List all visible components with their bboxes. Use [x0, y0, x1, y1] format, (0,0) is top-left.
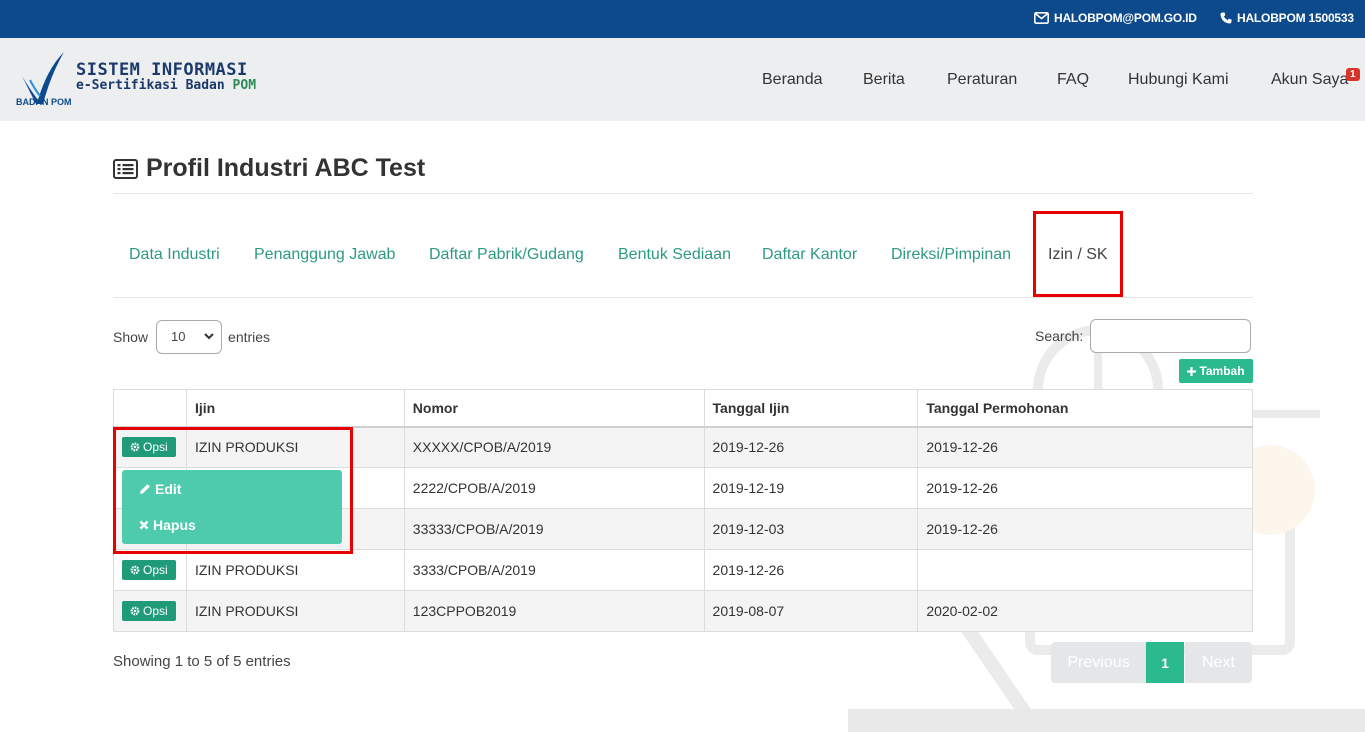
cell-tanggal-ijin: 2019-12-03	[703, 508, 919, 550]
contact-email[interactable]: HALOBPOM@POM.GO.ID	[1034, 11, 1197, 25]
tab-penanggung-jawab[interactable]: Penanggung Jawab	[254, 246, 395, 264]
tab-data-industri[interactable]: Data Industri	[129, 246, 220, 264]
tab-daftar-pabrik-gudang[interactable]: Daftar Pabrik/Gudang	[429, 246, 584, 264]
tabs-divider	[113, 297, 1253, 298]
options-button[interactable]: Opsi	[122, 560, 176, 580]
envelope-icon	[1034, 12, 1049, 24]
pagination: Previous 1 Next	[1051, 642, 1252, 683]
column-header-nomor[interactable]: Nomor	[403, 389, 705, 428]
nav-hubungi-kami[interactable]: Hubungi Kami	[1128, 71, 1229, 89]
pagination-previous-button[interactable]: Previous	[1051, 642, 1146, 683]
entries-length-control: Show 10 entries	[113, 319, 270, 354]
top-contact-bar: HALOBPOM@POM.GO.ID HALOBPOM 1500533	[0, 0, 1365, 38]
plus-icon	[1187, 366, 1197, 376]
tab-direksi-pimpinan[interactable]: Direksi/Pimpinan	[891, 246, 1011, 264]
add-button[interactable]: Tambah	[1179, 359, 1253, 383]
cell-nomor: 33333/CPOB/A/2019	[403, 508, 705, 550]
background-strip	[848, 709, 1365, 732]
table-row: Opsi IZIN PRODUKSI 123CPPOB2019 2019-08-…	[113, 590, 1253, 632]
cell-tanggal-permohonan: 2020-02-02	[917, 590, 1253, 632]
cell-tanggal-permohonan: 2019-12-26	[917, 467, 1253, 509]
options-button-label: Opsi	[143, 563, 168, 577]
nav-beranda[interactable]: Beranda	[762, 71, 823, 89]
notification-badge: 1	[1346, 68, 1360, 81]
main-navbar: BADAN POM SISTEM INFORMASI e-Sertifikasi…	[0, 38, 1365, 121]
cell-ijin: IZIN PRODUKSI	[185, 549, 405, 591]
chevron-down-icon	[204, 333, 214, 340]
highlight-box-tab	[1033, 211, 1123, 297]
contact-phone-text: HALOBPOM 1500533	[1237, 11, 1354, 25]
search-input[interactable]	[1090, 319, 1252, 353]
phone-icon	[1220, 12, 1232, 24]
column-header-ijin[interactable]: Ijin	[185, 389, 405, 428]
cell-tanggal-permohonan	[917, 549, 1253, 591]
page-length-select[interactable]: 10	[156, 319, 223, 354]
pagination-next-button[interactable]: Next	[1185, 642, 1252, 683]
search-control: Search:	[1035, 319, 1252, 353]
page-length-value: 10	[171, 329, 186, 344]
cell-tanggal-ijin: 2019-12-26	[703, 549, 919, 591]
brand-title: SISTEM INFORMASI	[76, 60, 248, 80]
gear-icon	[130, 606, 140, 616]
brand-subtitle: e-Sertifikasi Badan POM	[76, 78, 256, 93]
cell-tanggal-permohonan: 2019-12-26	[917, 426, 1253, 468]
table-row: Opsi IZIN PRODUKSI 3333/CPOB/A/2019 2019…	[113, 549, 1253, 591]
title-divider	[113, 193, 1253, 194]
column-header-actions	[113, 389, 187, 428]
contact-phone[interactable]: HALOBPOM 1500533	[1220, 11, 1354, 25]
table-info: Showing 1 to 5 of 5 entries	[113, 653, 291, 670]
cell-tanggal-ijin: 2019-12-26	[703, 426, 919, 468]
table-header-row: Ijin Nomor Tanggal Ijin Tanggal Permohon…	[113, 389, 1253, 428]
cell-nomor: 123CPPOB2019	[403, 590, 705, 632]
search-label: Search:	[1035, 328, 1084, 344]
column-header-tanggal-ijin[interactable]: Tanggal Ijin	[703, 389, 919, 428]
gear-icon	[130, 565, 140, 575]
highlight-box-options	[113, 427, 353, 554]
nav-peraturan[interactable]: Peraturan	[947, 71, 1017, 89]
cell-tanggal-permohonan: 2019-12-26	[917, 508, 1253, 550]
cell-nomor: 3333/CPOB/A/2019	[403, 549, 705, 591]
row-actions-cell: Opsi	[113, 590, 187, 632]
nav-berita[interactable]: Berita	[863, 71, 905, 89]
options-button[interactable]: Opsi	[122, 601, 176, 621]
tab-bentuk-sediaan[interactable]: Bentuk Sediaan	[618, 246, 731, 264]
contact-email-text: HALOBPOM@POM.GO.ID	[1054, 11, 1197, 25]
cell-ijin: IZIN PRODUKSI	[185, 590, 405, 632]
page-title-text: Profil Industri ABC Test	[146, 154, 426, 182]
cell-tanggal-ijin: 2019-08-07	[703, 590, 919, 632]
add-button-label: Tambah	[1199, 364, 1245, 378]
brand-subtitle-prefix: e-Sertifikasi Badan	[76, 78, 233, 93]
nav-akun-saya[interactable]: Akun Saya	[1271, 71, 1348, 89]
row-actions-cell: Opsi	[113, 549, 187, 591]
pagination-page-button[interactable]: 1	[1146, 642, 1184, 683]
nav-faq[interactable]: FAQ	[1057, 71, 1089, 89]
cell-tanggal-ijin: 2019-12-19	[703, 467, 919, 509]
page-title: Profil Industri ABC Test	[113, 154, 425, 183]
column-header-tanggal-permohonan[interactable]: Tanggal Permohonan	[917, 389, 1253, 428]
options-button-label: Opsi	[143, 604, 168, 618]
tab-daftar-kantor[interactable]: Daftar Kantor	[762, 246, 857, 264]
list-alt-icon	[113, 158, 138, 179]
logo-caption: BADAN POM	[16, 97, 72, 107]
brand-subtitle-highlight: POM	[232, 78, 257, 93]
cell-nomor: XXXXX/CPOB/A/2019	[403, 426, 705, 468]
entries-label: entries	[228, 328, 271, 345]
cell-nomor: 2222/CPOB/A/2019	[403, 467, 705, 509]
show-label: Show	[113, 328, 149, 345]
